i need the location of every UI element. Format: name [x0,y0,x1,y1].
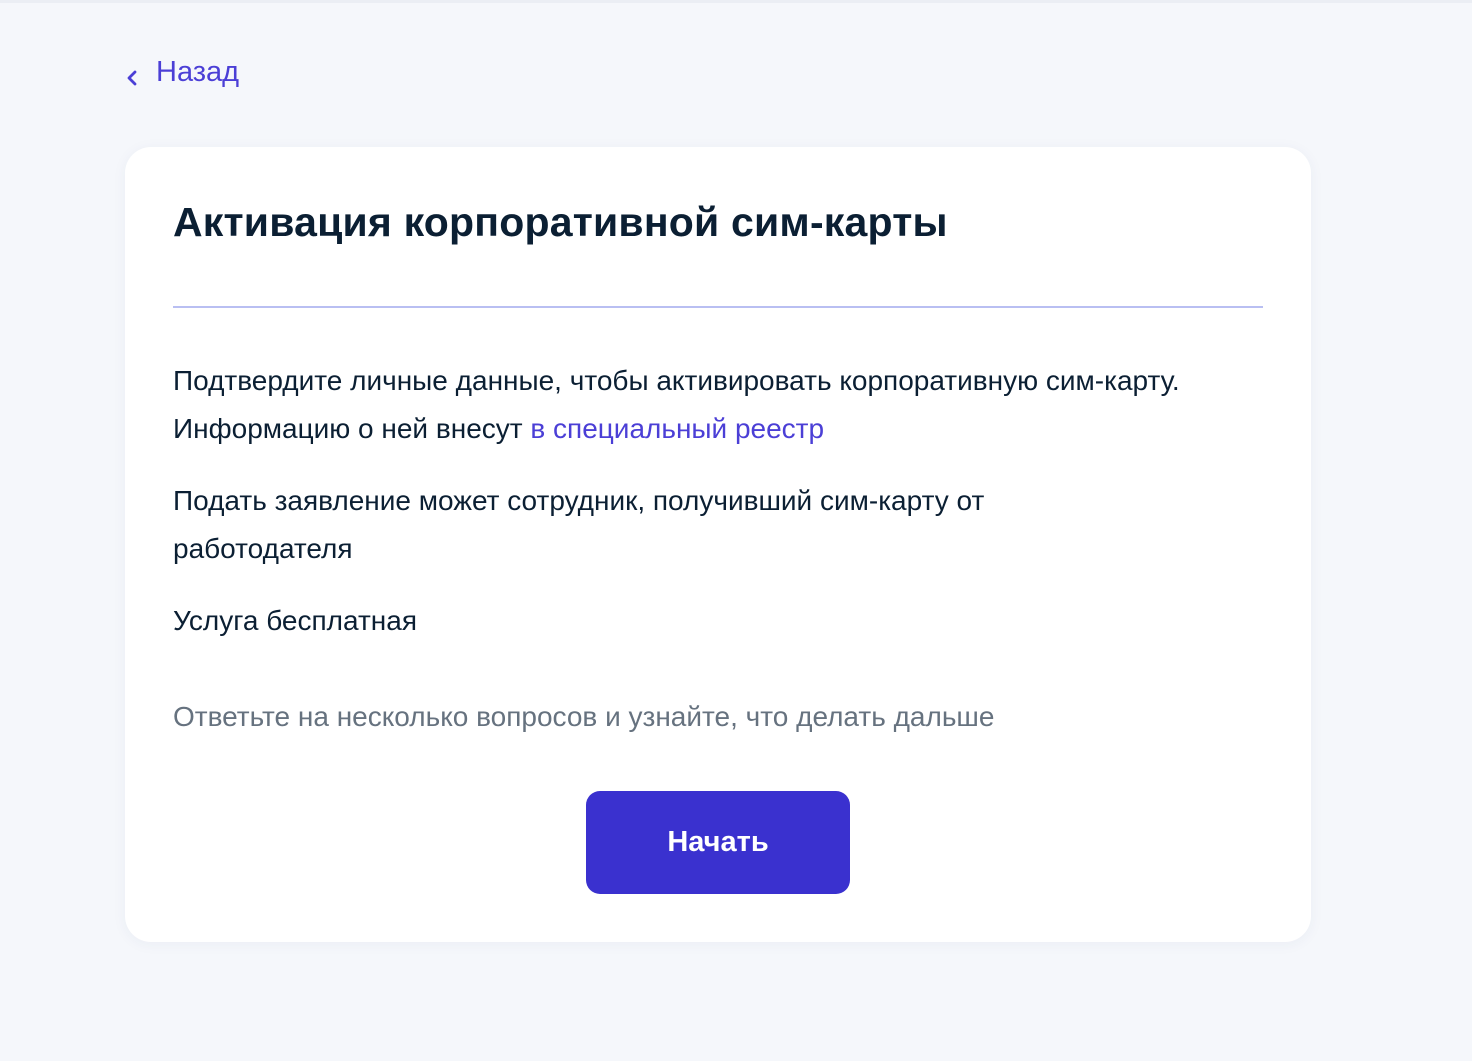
title-divider [173,306,1263,308]
service-card: Активация корпоративной сим-карты Подтве… [125,147,1311,942]
page-title: Активация корпоративной сим-карты [173,199,948,245]
start-button[interactable]: Начать [586,791,850,894]
description-paragraph: Подтвердите личные данные, чтобы активир… [173,357,1263,453]
registry-link[interactable]: в специальный реестр [530,413,824,444]
price-paragraph: Услуга бесплатная [173,605,417,636]
back-link[interactable]: Назад [122,56,239,89]
top-strip [0,0,1472,3]
chevron-left-icon [122,63,142,85]
eligibility-paragraph: Подать заявление может сотрудник, получи… [173,485,985,564]
hint-text: Ответьте на несколько вопросов и узнайте… [173,701,995,732]
back-link-label: Назад [156,56,240,88]
